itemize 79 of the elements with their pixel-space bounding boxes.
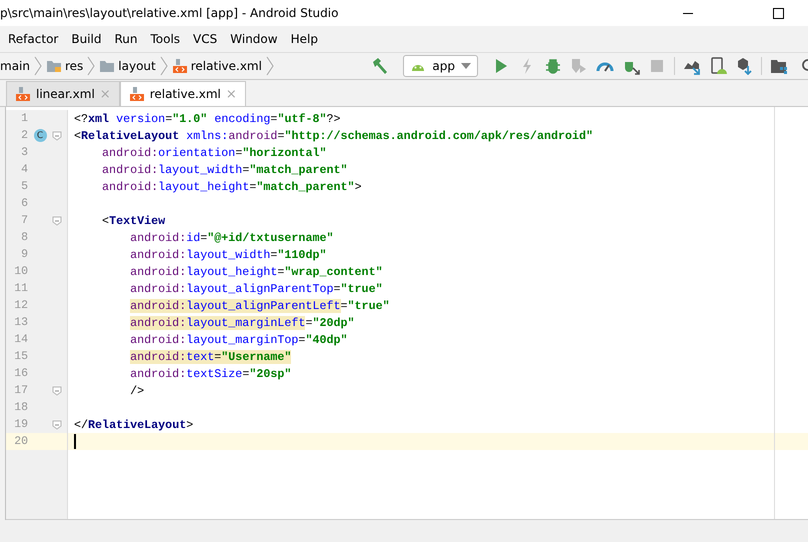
- menu-item[interactable]: Run: [114, 32, 138, 46]
- code-text: />: [130, 384, 144, 398]
- line-number: 16: [13, 367, 28, 380]
- line-number: 9: [20, 248, 28, 261]
- code-text: ="20dp": [305, 316, 355, 330]
- file-tab[interactable]: linear.xml ×: [6, 81, 120, 106]
- code-text: <RelativeLayout xmlns:android="http://schemas.android.com/apk/res/android": [74, 128, 594, 142]
- chevron-icon: [87, 56, 96, 76]
- folder-grid-icon[interactable]: [770, 57, 788, 75]
- fold-icon[interactable]: [52, 420, 62, 430]
- code-text: ="true": [340, 298, 390, 312]
- code-text: android:text="Username": [130, 350, 292, 364]
- line-number: 18: [13, 401, 28, 414]
- line-number: 1: [20, 112, 28, 125]
- minimize-icon[interactable]: [683, 12, 693, 14]
- breadcrumb-item[interactable]: main: [0, 59, 30, 73]
- breadcrumb-item[interactable]: relative.xml: [190, 59, 262, 73]
- line-number: 17: [13, 384, 28, 397]
- menu-item[interactable]: Help: [290, 32, 318, 46]
- maximize-icon[interactable]: [773, 8, 784, 18]
- menu-item[interactable]: Build: [71, 32, 102, 46]
- line-number: 6: [20, 197, 28, 210]
- line-number: 3: [20, 146, 28, 159]
- bug-icon[interactable]: [544, 57, 562, 75]
- line-number: 19: [13, 418, 28, 431]
- chevron-icon: [34, 56, 42, 76]
- folder-icon: [99, 59, 116, 73]
- code-text: android:layout_alignParentTop="true": [130, 282, 383, 296]
- xml-file-icon: [15, 86, 31, 102]
- code-text: android:textSize="20sp": [130, 366, 292, 380]
- line-number: 14: [13, 333, 28, 346]
- line-number: 15: [13, 350, 28, 363]
- code-text: android:orientation="horizontal": [102, 146, 326, 160]
- menu-item[interactable]: Window: [230, 32, 278, 46]
- chevron-icon: [266, 56, 274, 76]
- breadcrumb-item[interactable]: res: [64, 59, 84, 73]
- device-icon[interactable]: [709, 57, 727, 75]
- code-text: android:layout_width="match_parent": [102, 162, 348, 176]
- class-badge[interactable]: C: [34, 129, 46, 142]
- line-number: 10: [13, 265, 28, 278]
- code-text: android:id="@+id/txtusername": [130, 230, 334, 244]
- code-text: android:layout_alignParentLeft: [130, 298, 341, 312]
- line-number: 8: [20, 231, 28, 244]
- menu-item[interactable]: Tools: [150, 32, 180, 46]
- window-title: p\src\main\res\layout\relative.xml [app] - Android Studio: [0, 6, 338, 20]
- fold-icon[interactable]: [52, 216, 62, 226]
- line-number: 20: [13, 435, 28, 448]
- code-text: </RelativeLayout>: [74, 418, 194, 432]
- line-number: 4: [20, 163, 28, 176]
- breadcrumb-item[interactable]: layout: [118, 59, 156, 73]
- line-number: 5: [20, 180, 28, 193]
- code-text: <?xml version="1.0" encoding="utf-8"?>: [74, 112, 341, 126]
- line-number: 7: [20, 214, 28, 227]
- line-number: 12: [13, 299, 28, 312]
- tab-label: linear.xml: [36, 87, 95, 101]
- line-number: 2: [20, 129, 28, 142]
- caret-icon: [461, 63, 471, 69]
- fold-icon[interactable]: [52, 386, 62, 396]
- chevron-icon: [160, 56, 168, 76]
- menu-item[interactable]: Refactor: [8, 32, 58, 46]
- file-tab[interactable]: relative.xml ×: [120, 81, 246, 106]
- line-number: 11: [13, 282, 28, 295]
- code-text: android:layout_marginLeft: [130, 316, 306, 330]
- code-text: <TextView: [102, 214, 166, 228]
- code-text: android:layout_width="110dp": [130, 248, 326, 262]
- fold-icon[interactable]: [52, 130, 62, 140]
- code-text: android:layout_marginTop="40dp": [130, 332, 348, 346]
- xml-file-icon: [172, 58, 188, 74]
- run-config-dropdown[interactable]: app: [403, 55, 478, 77]
- hammer-icon[interactable]: [371, 57, 390, 75]
- code-text: android:layout_height="match_parent">: [102, 180, 362, 194]
- folder-icon: [46, 59, 62, 73]
- menu-item[interactable]: VCS: [193, 32, 218, 46]
- xml-file-icon: [128, 86, 145, 102]
- download-icon[interactable]: [735, 57, 753, 75]
- tab-label: relative.xml: [150, 87, 221, 101]
- code-text: android:layout_height="wrap_content": [130, 264, 383, 278]
- line-number: 13: [13, 316, 28, 329]
- text-caret: [74, 434, 76, 449]
